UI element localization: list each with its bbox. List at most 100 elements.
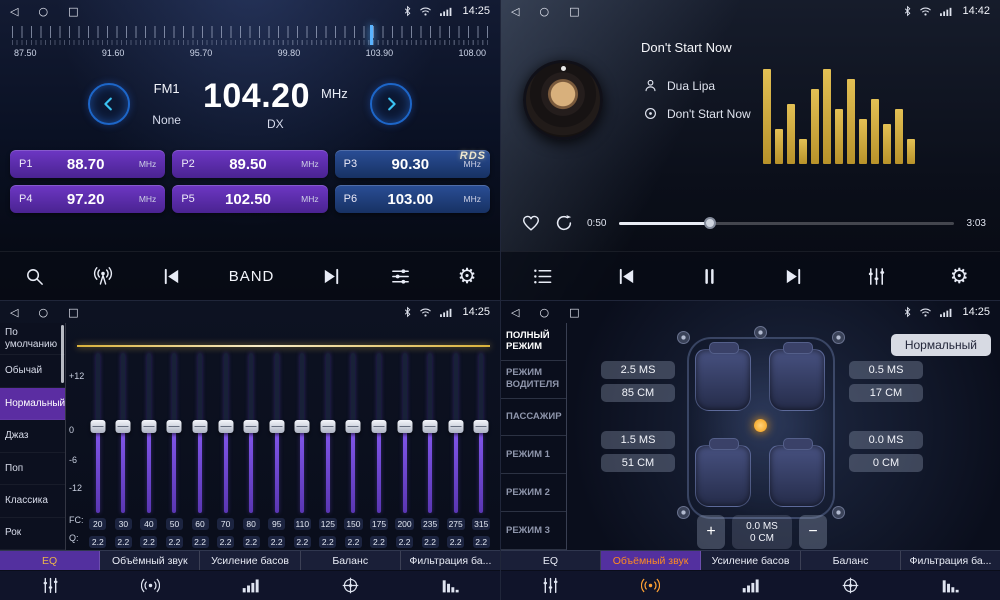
eq-tab-icon[interactable] <box>0 576 100 595</box>
slider-knob[interactable] <box>448 420 463 433</box>
frequency-pointer[interactable] <box>370 25 373 45</box>
eq-preset-item[interactable]: Рок <box>0 518 65 550</box>
listening-mode-item[interactable]: ПОЛНЫЙ РЕЖИМ <box>501 323 566 361</box>
listening-mode-item[interactable]: ПАССАЖИР <box>501 399 566 437</box>
bass-boost-tab-icon[interactable] <box>200 576 300 595</box>
eq-band-slider[interactable] <box>162 353 188 513</box>
broadcast-button[interactable] <box>92 265 114 287</box>
surround-tab-icon[interactable] <box>100 576 200 595</box>
slider-knob[interactable] <box>474 420 489 433</box>
tab-balance[interactable]: Баланс <box>301 551 401 570</box>
band-button[interactable]: BAND <box>229 268 275 285</box>
settings-button[interactable]: ⚙ <box>458 266 477 287</box>
slider-knob[interactable] <box>167 420 182 433</box>
tab-surround[interactable]: Объёмный звук <box>601 551 701 570</box>
balance-tab-icon[interactable] <box>800 576 900 595</box>
preset-button[interactable]: P5 102.50 MHz <box>172 185 327 213</box>
tab-surround[interactable]: Объёмный звук <box>100 551 200 570</box>
eq-band-slider[interactable] <box>111 353 137 513</box>
tab-eq[interactable]: EQ <box>0 551 100 570</box>
eq-band-slider[interactable] <box>136 353 162 513</box>
nav-recents-icon[interactable]: □ <box>569 6 579 17</box>
audio-effects-button[interactable] <box>390 266 411 287</box>
repeat-icon[interactable] <box>554 213 574 233</box>
sound-profile-chip[interactable]: Нормальный <box>891 334 991 356</box>
preset-button[interactable]: P2 89.50 MHz <box>172 150 327 178</box>
tab-bass-boost[interactable]: Усиление басов <box>200 551 300 570</box>
speaker-front-left-icon[interactable] <box>677 331 690 344</box>
favorite-heart-icon[interactable] <box>521 213 541 233</box>
next-track-button[interactable] <box>783 266 804 287</box>
speaker-front-right-icon[interactable] <box>832 331 845 344</box>
tab-filter[interactable]: Фильтрация ба... <box>901 551 1000 570</box>
slider-knob[interactable] <box>371 420 386 433</box>
tune-down-button[interactable] <box>88 83 130 125</box>
slider-knob[interactable] <box>397 420 412 433</box>
eq-preset-item[interactable]: Поп <box>0 453 65 485</box>
tab-balance[interactable]: Баланс <box>801 551 901 570</box>
slider-knob[interactable] <box>295 420 310 433</box>
listening-position-dot[interactable] <box>754 419 767 432</box>
decrease-delay-button[interactable]: − <box>799 515 827 549</box>
listening-mode-item[interactable]: РЕЖИМ 3 <box>501 512 566 550</box>
slider-knob[interactable] <box>423 420 438 433</box>
eq-band-slider[interactable] <box>213 353 239 513</box>
nav-back-icon[interactable]: ◁ <box>10 307 18 318</box>
nav-home-icon[interactable]: ○ <box>539 6 549 17</box>
nav-home-icon[interactable]: ○ <box>38 307 48 318</box>
surround-tab-icon[interactable] <box>601 576 701 595</box>
preset-button[interactable]: P1 88.70 MHz <box>10 150 165 178</box>
preset-button[interactable]: P4 97.20 MHz <box>10 185 165 213</box>
slider-knob[interactable] <box>116 420 131 433</box>
eq-preset-item[interactable]: По умолчанию <box>0 323 65 355</box>
speaker-rear-left-icon[interactable] <box>677 506 690 519</box>
eq-band-slider[interactable] <box>341 353 367 513</box>
listening-mode-item[interactable]: РЕЖИМ ВОДИТЕЛЯ <box>501 361 566 399</box>
eq-band-slider[interactable] <box>366 353 392 513</box>
next-station-button[interactable] <box>321 266 342 287</box>
prev-station-button[interactable] <box>161 266 182 287</box>
nav-back-icon[interactable]: ◁ <box>511 6 519 17</box>
nav-back-icon[interactable]: ◁ <box>10 6 18 17</box>
slider-knob[interactable] <box>218 420 233 433</box>
nav-back-icon[interactable]: ◁ <box>511 307 519 318</box>
progress-knob[interactable] <box>704 217 716 229</box>
eq-preset-item[interactable]: Классика <box>0 485 65 517</box>
tab-bass-boost[interactable]: Усиление басов <box>701 551 801 570</box>
eq-band-slider[interactable] <box>468 353 494 513</box>
increase-delay-button[interactable]: + <box>697 515 725 549</box>
listening-mode-item[interactable]: РЕЖИМ 1 <box>501 436 566 474</box>
slider-knob[interactable] <box>346 420 361 433</box>
speaker-rear-right-icon[interactable] <box>832 506 845 519</box>
settings-button[interactable]: ⚙ <box>950 266 969 287</box>
balance-tab-icon[interactable] <box>300 576 400 595</box>
listening-mode-item[interactable]: РЕЖИМ 2 <box>501 474 566 512</box>
slider-knob[interactable] <box>269 420 284 433</box>
nav-recents-icon[interactable]: □ <box>68 6 78 17</box>
eq-band-slider[interactable] <box>315 353 341 513</box>
nav-recents-icon[interactable]: □ <box>569 307 579 318</box>
tab-eq[interactable]: EQ <box>501 551 601 570</box>
slider-knob[interactable] <box>193 420 208 433</box>
eq-band-slider[interactable] <box>187 353 213 513</box>
eq-band-slider[interactable] <box>443 353 469 513</box>
eq-preset-item[interactable]: Джаз <box>0 420 65 452</box>
eq-band-slider[interactable] <box>392 353 418 513</box>
equalizer-button[interactable] <box>866 266 887 287</box>
speaker-center-icon[interactable] <box>754 326 767 339</box>
tab-filter[interactable]: Фильтрация ба... <box>401 551 500 570</box>
preset-button[interactable]: P6 103.00 MHz <box>335 185 490 213</box>
eq-band-slider[interactable] <box>417 353 443 513</box>
search-button[interactable] <box>24 266 45 287</box>
nav-home-icon[interactable]: ○ <box>38 6 48 17</box>
playlist-button[interactable] <box>532 266 553 287</box>
bass-boost-tab-icon[interactable] <box>701 576 801 595</box>
tune-up-button[interactable] <box>370 83 412 125</box>
nav-home-icon[interactable]: ○ <box>539 307 549 318</box>
slider-knob[interactable] <box>320 420 335 433</box>
nav-recents-icon[interactable]: □ <box>68 307 78 318</box>
eq-preset-item[interactable]: Обычай <box>0 355 65 387</box>
slider-knob[interactable] <box>244 420 259 433</box>
eq-band-slider[interactable] <box>85 353 111 513</box>
eq-tab-icon[interactable] <box>501 576 601 595</box>
